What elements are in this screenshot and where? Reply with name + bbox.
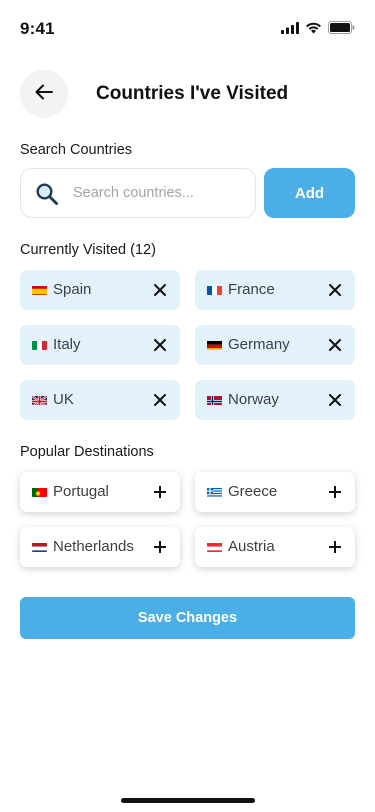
- search-icon: [35, 182, 59, 211]
- page-title: Countries I've Visited: [96, 83, 289, 104]
- status-bar: 9:41: [0, 0, 375, 60]
- home-indicator: [121, 798, 255, 803]
- close-icon[interactable]: [325, 280, 345, 300]
- status-icons: [281, 21, 355, 34]
- flag-greece-icon: [207, 486, 222, 497]
- visited-chip-germany: Germany: [195, 325, 355, 365]
- arrow-left-icon: [35, 84, 53, 105]
- popular-chip-netherlands: Netherlands: [20, 527, 180, 567]
- visited-section-label: Currently Visited (12): [20, 242, 156, 258]
- close-icon[interactable]: [150, 280, 170, 300]
- plus-icon[interactable]: [150, 537, 170, 557]
- battery-icon: [328, 21, 355, 34]
- visited-chip-italy: Italy: [20, 325, 180, 365]
- save-changes-button[interactable]: Save Changes: [20, 597, 355, 639]
- chip-label: Portugal: [53, 483, 109, 500]
- close-icon[interactable]: [325, 390, 345, 410]
- chip-label: Netherlands: [53, 538, 134, 555]
- popular-chip-portugal: Portugal: [20, 472, 180, 512]
- chip-label: France: [228, 281, 275, 298]
- flag-italy-icon: [32, 339, 47, 350]
- flag-austria-icon: [207, 541, 222, 552]
- chip-label: Italy: [53, 336, 81, 353]
- flag-norway-icon: [207, 394, 222, 405]
- plus-icon[interactable]: [150, 482, 170, 502]
- popular-chip-greece: Greece: [195, 472, 355, 512]
- chip-label: Greece: [228, 483, 278, 500]
- flag-uk-icon: [32, 394, 47, 405]
- add-button[interactable]: Add: [264, 168, 355, 218]
- chip-label: Spain: [53, 281, 92, 298]
- chip-label: Austria: [228, 538, 275, 555]
- flag-portugal-icon: [32, 486, 47, 497]
- flag-germany-icon: [207, 339, 222, 350]
- search-section-label: Search Countries: [20, 142, 133, 158]
- close-icon[interactable]: [150, 390, 170, 410]
- chip-label: Germany: [228, 336, 290, 353]
- visited-chip-uk: UK: [20, 380, 180, 420]
- status-time: 9:41: [20, 19, 55, 38]
- close-icon[interactable]: [150, 335, 170, 355]
- chip-label: Norway: [228, 391, 279, 408]
- flag-netherlands-icon: [32, 541, 47, 552]
- search-box[interactable]: [20, 168, 256, 218]
- visited-chip-norway: Norway: [195, 380, 355, 420]
- back-button[interactable]: [20, 70, 68, 118]
- visited-chip-france: France: [195, 270, 355, 310]
- flag-france-icon: [207, 284, 222, 295]
- plus-icon[interactable]: [325, 537, 345, 557]
- close-icon[interactable]: [325, 335, 345, 355]
- cellular-signal-icon: [281, 21, 299, 34]
- plus-icon[interactable]: [325, 482, 345, 502]
- popular-chip-austria: Austria: [195, 527, 355, 567]
- popular-section-label: Popular Destinations: [20, 444, 154, 460]
- flag-spain-icon: [32, 284, 47, 295]
- wifi-icon: [305, 22, 322, 34]
- visited-chip-spain: Spain: [20, 270, 180, 310]
- search-input[interactable]: [73, 169, 249, 217]
- chip-label: UK: [53, 391, 74, 408]
